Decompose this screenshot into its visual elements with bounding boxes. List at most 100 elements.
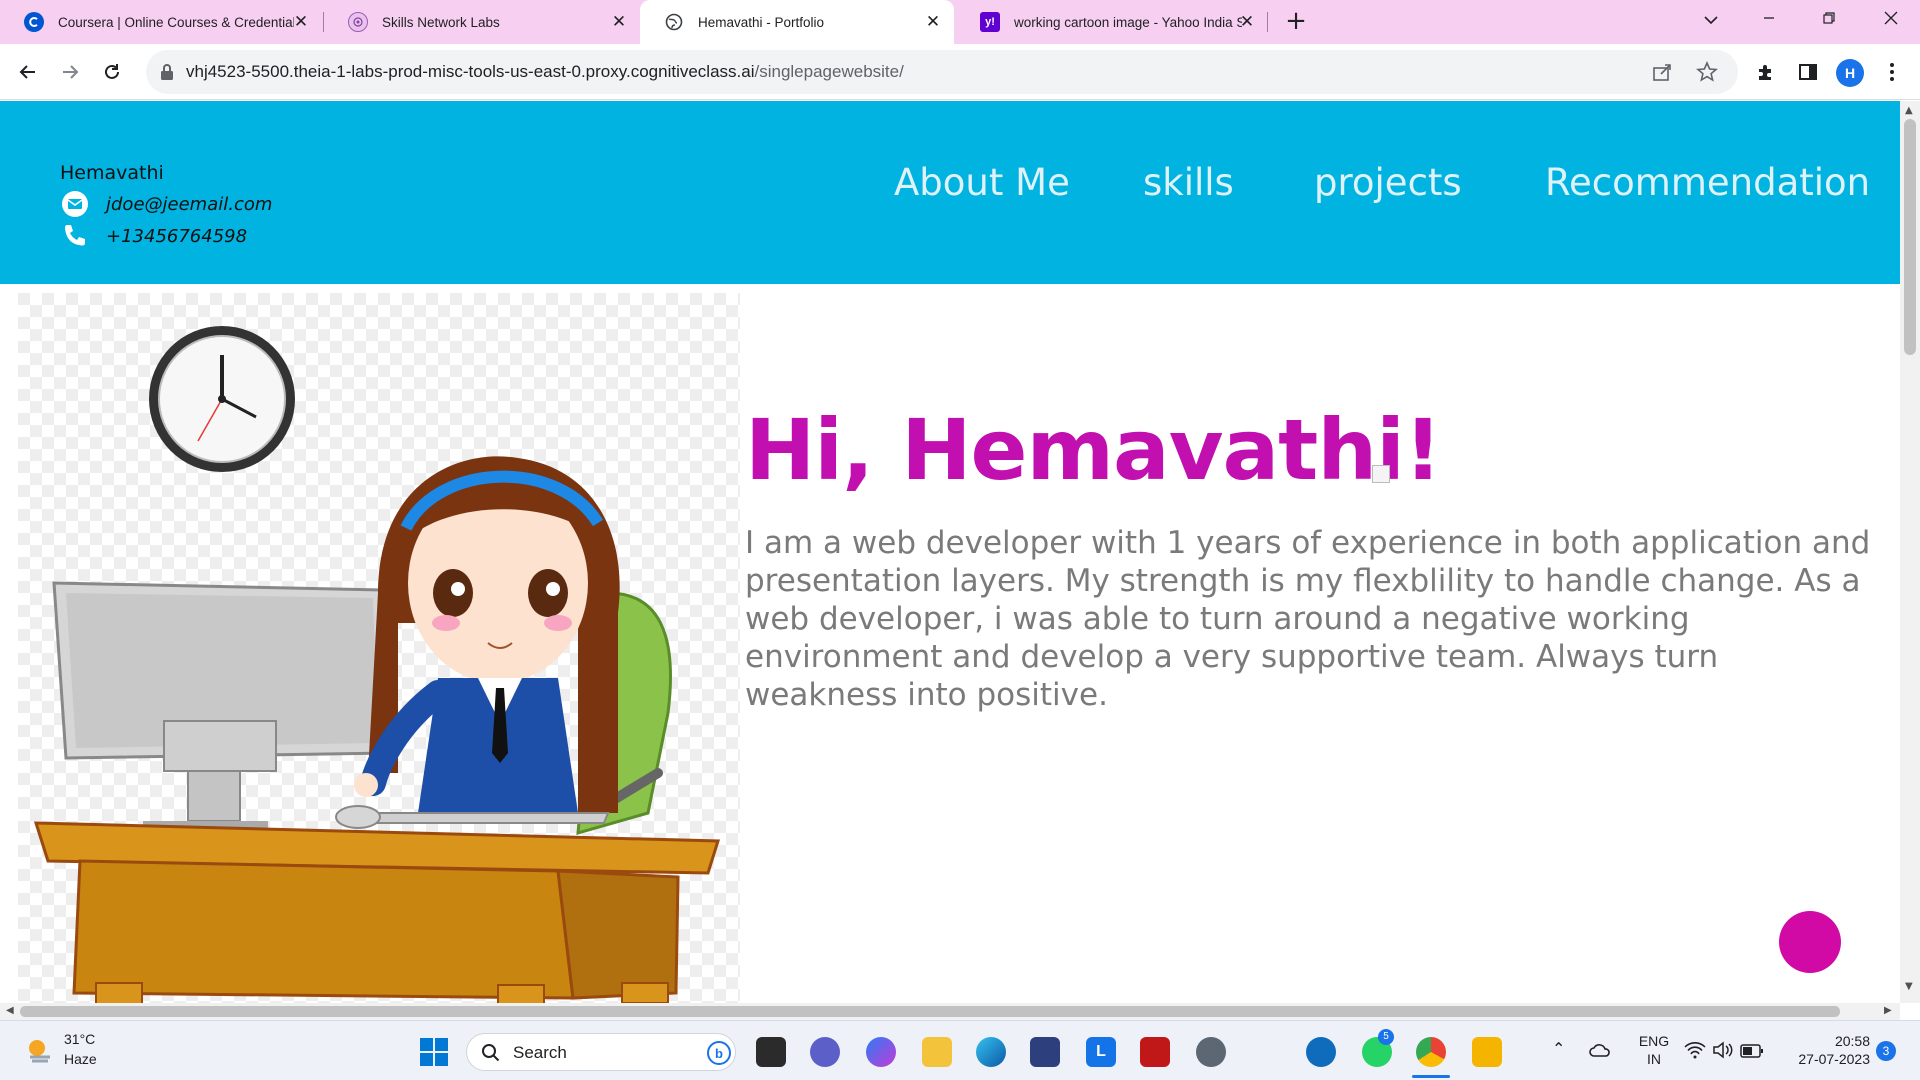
nav-projects[interactable]: projects [1314, 161, 1462, 204]
hero-greeting: Hi, Hemavathi! [745, 401, 1442, 499]
browser-toolbar: vhj4523-5500.theia-1-labs-prod-misc-tool… [0, 44, 1920, 100]
tab-search-chevron-icon[interactable] [1686, 0, 1736, 40]
profile-avatar[interactable]: H [1836, 59, 1864, 87]
bing-icon: b [707, 1041, 731, 1069]
tab-yahoo[interactable]: y! working cartoon image - Yahoo India S… [956, 0, 1268, 44]
bookmark-star-icon[interactable] [1696, 60, 1718, 87]
hero-description: I am a web developer with 1 years of exp… [745, 525, 1871, 713]
forward-button[interactable] [56, 58, 84, 86]
menu-kebab-icon[interactable] [1878, 58, 1906, 86]
onedrive-cloud-icon[interactable] [1588, 1041, 1612, 1063]
nav-skills[interactable]: skills [1143, 161, 1234, 204]
vertical-scrollbar[interactable]: ▲ ▼ [1900, 101, 1920, 1003]
yahoo-icon: y! [980, 12, 1000, 32]
wall-clock [149, 326, 295, 472]
scroll-down-arrow-icon[interactable]: ▼ [1905, 981, 1913, 992]
horizontal-scroll-thumb[interactable] [20, 1006, 1840, 1017]
floating-action-button[interactable] [1779, 911, 1841, 973]
notification-badge[interactable]: 3 [1876, 1041, 1896, 1061]
tab-title: Skills Network Labs [382, 14, 500, 30]
header-name: Hemavathi [60, 162, 164, 184]
working-cartoon-illustration [18, 293, 740, 1003]
l-app-icon[interactable]: L [1086, 1037, 1116, 1067]
reload-button[interactable] [98, 58, 126, 86]
whatsapp-badge: 5 [1378, 1029, 1394, 1045]
tray-chevron-up-icon[interactable]: ⌃ [1552, 1039, 1565, 1058]
teams-chat-icon[interactable] [810, 1037, 840, 1067]
tab-separator [1267, 12, 1268, 32]
phone-icon [60, 221, 90, 251]
microsoft-store-icon[interactable] [1030, 1037, 1060, 1067]
file-explorer-icon[interactable] [922, 1037, 952, 1067]
close-icon[interactable]: ✕ [610, 13, 628, 31]
tab-title: Coursera | Online Courses & Credentials [58, 14, 294, 30]
language-bottom[interactable]: IN [1634, 1051, 1674, 1067]
windows-start-icon[interactable] [419, 1037, 449, 1071]
clock-time[interactable]: 20:58 [1784, 1033, 1870, 1049]
search-icon [481, 1043, 501, 1067]
url-path: /singlepagewebsite/ [754, 62, 904, 81]
url-host: vhj4523-5500.theia-1-labs-prod-misc-tool… [186, 62, 755, 81]
taskbar-search-box[interactable]: Search b [466, 1033, 736, 1071]
back-button[interactable] [14, 58, 42, 86]
minimize-button[interactable] [1744, 0, 1794, 40]
svg-text:b: b [715, 1046, 723, 1061]
address-bar[interactable]: vhj4523-5500.theia-1-labs-prod-misc-tool… [146, 50, 1738, 94]
battery-icon[interactable] [1740, 1043, 1764, 1062]
windows-taskbar: 31°C Haze Search b L 5 ⌃ ENG IN 20:58 27… [0, 1020, 1920, 1080]
email-row: jdoe@jeemail.com [60, 189, 272, 219]
coursera-icon [24, 12, 44, 32]
close-window-button[interactable] [1866, 0, 1916, 40]
weather-condition[interactable]: Haze [64, 1051, 97, 1067]
site-header: Hemavathi jdoe@jeemail.com +13456764598 … [0, 101, 1900, 284]
wooden-desk [33, 821, 721, 1003]
weather-temperature[interactable]: 31°C [64, 1031, 95, 1047]
volume-icon[interactable] [1712, 1041, 1734, 1063]
active-app-indicator [1412, 1075, 1450, 1078]
close-icon[interactable]: ✕ [924, 13, 942, 31]
scroll-up-arrow-icon[interactable]: ▲ [1905, 105, 1913, 116]
scroll-right-arrow-icon[interactable]: ▶ [1884, 1005, 1892, 1016]
envelope-icon [60, 189, 90, 219]
weather-sun-icon[interactable] [24, 1035, 54, 1069]
scroll-left-arrow-icon[interactable]: ◀ [6, 1005, 14, 1016]
tab-title: Hemavathi - Portfolio [698, 14, 825, 30]
header-phone[interactable]: +13456764598 [106, 226, 247, 247]
cortana-icon[interactable] [1306, 1037, 1336, 1067]
tab-portfolio[interactable]: Hemavathi - Portfolio ✕ [640, 0, 954, 44]
broken-image-icon [1372, 465, 1390, 483]
lock-icon[interactable] [160, 63, 174, 85]
restore-button[interactable] [1804, 0, 1854, 40]
language-top[interactable]: ENG [1634, 1033, 1674, 1049]
horizontal-scrollbar[interactable]: ◀ ▶ [0, 1003, 1900, 1020]
edge-browser-icon[interactable] [976, 1037, 1006, 1067]
new-tab-button[interactable]: + [1282, 8, 1310, 36]
settings-gear-icon[interactable] [1196, 1037, 1226, 1067]
copilot-icon[interactable] [866, 1037, 896, 1067]
page-viewport: Hemavathi jdoe@jeemail.com +13456764598 … [0, 101, 1900, 1003]
nav-recommendation[interactable]: Recommendation [1545, 161, 1870, 204]
close-icon[interactable]: ✕ [292, 13, 310, 31]
google-drive-icon[interactable] [1472, 1037, 1502, 1067]
tab-coursera[interactable]: Coursera | Online Courses & Credentials … [0, 0, 322, 44]
side-panel-icon[interactable] [1794, 58, 1822, 86]
wifi-icon[interactable] [1684, 1041, 1706, 1063]
header-email[interactable]: jdoe@jeemail.com [106, 194, 272, 215]
clock-date[interactable]: 27-07-2023 [1774, 1051, 1870, 1067]
globe-icon [664, 12, 684, 32]
vertical-scroll-thumb[interactable] [1904, 119, 1916, 355]
extensions-puzzle-icon[interactable] [1752, 58, 1780, 86]
skills-network-icon [348, 12, 368, 32]
browser-tab-strip: Coursera | Online Courses & Credentials … [0, 0, 1920, 44]
tab-skills-network[interactable]: Skills Network Labs ✕ [324, 0, 640, 44]
search-label: Search [513, 1043, 567, 1062]
tab-title: working cartoon image - Yahoo India Sear… [1014, 14, 1242, 30]
url-text: vhj4523-5500.theia-1-labs-prod-misc-tool… [186, 50, 904, 94]
share-icon[interactable] [1652, 62, 1674, 86]
task-view-icon[interactable] [756, 1037, 786, 1067]
phone-row: +13456764598 [60, 221, 247, 251]
close-icon[interactable]: ✕ [1238, 13, 1256, 31]
nav-about-me[interactable]: About Me [894, 161, 1070, 204]
chrome-icon[interactable] [1416, 1037, 1446, 1067]
mcafee-icon[interactable] [1140, 1037, 1170, 1067]
